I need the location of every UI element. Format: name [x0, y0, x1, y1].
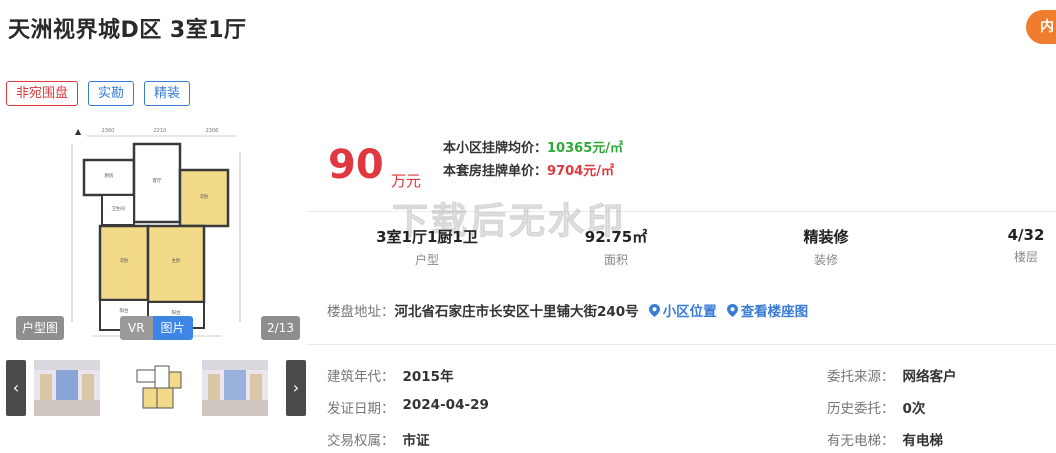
gallery-kind-label: 户型图: [16, 316, 65, 340]
spec-area-label: 面积: [603, 253, 628, 267]
listing-title: 天洲视界城D区 3室1厅: [8, 18, 247, 43]
media-type-switch[interactable]: VR 图片: [120, 316, 193, 340]
community-average-value: 10365元/㎡: [547, 141, 623, 156]
svg-text:主卧: 主卧: [172, 257, 181, 264]
spec-area: 92.75㎡ 面积: [566, 226, 666, 268]
listing-unit-value: 9704元/㎡: [547, 164, 614, 179]
info-label: 发证日期：: [327, 401, 395, 417]
info-history: 历史委托： 0次: [827, 397, 925, 417]
community-average-label: 本小区挂牌均价：: [443, 141, 548, 156]
building-view-label: 查看楼座图: [740, 304, 809, 320]
thumbnail-floorplan[interactable]: [123, 360, 189, 416]
total-price: 90: [328, 142, 384, 188]
thumbnail-prev-button[interactable]: ‹: [6, 360, 26, 416]
info-build-year: 建筑年代： 2015年: [327, 365, 454, 385]
spec-floor-value: 4/32: [1007, 226, 1045, 244]
info-label: 交易权属：: [327, 433, 395, 449]
listing-unit-label: 本套房挂牌单价：: [443, 164, 548, 179]
corner-action-button[interactable]: 内: [1026, 10, 1056, 44]
community-location-label: 小区位置: [662, 304, 717, 320]
photo-tab[interactable]: 图片: [152, 316, 193, 340]
info-value: 2015年: [402, 369, 454, 385]
spec-decoration-value: 精装修: [803, 228, 849, 246]
svg-text:2210: 2210: [154, 128, 167, 134]
community-average-price: 本小区挂牌均价：10365元/㎡: [443, 137, 623, 156]
building-view-link[interactable]: 查看楼座图: [726, 300, 809, 320]
spec-summary: 3室1厅1厨1卫 户型 92.75㎡ 面积 精装修 装修 4/32 楼层: [306, 226, 1056, 274]
info-elevator: 有无电梯： 有电梯: [827, 429, 943, 449]
svg-text:阳台: 阳台: [120, 307, 129, 314]
svg-text:卫生间: 卫生间: [111, 205, 125, 212]
floorplan-gallery[interactable]: 2210 2360 2306 ▲ 厨房 客厅 次卧 卫生间 次卧 主卧 阳台 阳…: [12, 122, 302, 344]
info-value: 市证: [402, 433, 430, 449]
spec-layout-label: 户型: [414, 253, 439, 267]
info-label: 有无电梯：: [827, 433, 895, 449]
address-label: 楼盘地址：: [327, 304, 395, 320]
spec-floor-label: 楼层: [1013, 250, 1038, 264]
location-pin-icon: [726, 303, 738, 317]
info-label: 历史委托：: [827, 401, 895, 417]
svg-text:厨房: 厨房: [105, 172, 114, 179]
address-value: 河北省石家庄市长安区十里铺大街240号: [394, 304, 639, 320]
floorplan-image: 2210 2360 2306 ▲ 厨房 客厅 次卧 卫生间 次卧 主卧 阳台 阳…: [71, 127, 241, 337]
listing-unit-price: 本套房挂牌单价：9704元/㎡: [443, 160, 614, 179]
info-value: 有电梯: [902, 433, 944, 449]
chevron-right-icon: ›: [292, 378, 300, 397]
info-label: 建筑年代：: [327, 369, 395, 385]
svg-text:2306: 2306: [206, 128, 219, 134]
spec-layout-value: 3室1厅1厨1卫: [376, 228, 478, 246]
info-label: 委托来源：: [827, 369, 895, 385]
thumbnail-next-button[interactable]: ›: [286, 360, 306, 416]
tag-decoration: 精装: [144, 81, 191, 106]
divider: [306, 344, 1056, 345]
info-value: 0次: [902, 401, 926, 417]
info-source: 委托来源： 网络客户: [827, 365, 957, 385]
svg-text:次卧: 次卧: [120, 257, 129, 264]
thumbnail-room-2[interactable]: [202, 360, 268, 416]
image-counter: 2/13: [261, 316, 300, 340]
spec-floor: 4/32 楼层: [996, 226, 1056, 265]
spec-area-value: 92.75㎡: [584, 228, 648, 246]
tag-list: 非宛围盘 实勘 精装: [6, 81, 191, 106]
tag-inspected: 实勘: [88, 81, 135, 106]
address-row: 楼盘地址： 河北省石家庄市长安区十里铺大街240号 小区位置 查看楼座图: [327, 300, 808, 320]
svg-text:2360: 2360: [102, 128, 115, 134]
svg-text:次卧: 次卧: [200, 193, 209, 200]
svg-text:▲: ▲: [75, 127, 82, 136]
spec-layout: 3室1厅1厨1卫 户型: [372, 226, 482, 268]
community-location-link[interactable]: 小区位置: [648, 300, 717, 320]
chevron-left-icon: ‹: [12, 378, 20, 397]
svg-text:阳台: 阳台: [172, 309, 181, 316]
total-price-unit: 万元: [391, 172, 422, 190]
spec-decoration-label: 装修: [813, 253, 838, 267]
info-cert-date: 发证日期： 2024-04-29: [327, 397, 489, 417]
svg-text:客厅: 客厅: [153, 177, 162, 184]
info-ownership: 交易权属： 市证: [327, 429, 430, 449]
spec-decoration: 精装修 装修: [776, 226, 876, 268]
vr-tab[interactable]: VR: [120, 316, 153, 340]
info-value: 网络客户: [902, 369, 957, 385]
thumbnail-strip: ‹ ›: [6, 360, 306, 416]
thumbnail-room-1[interactable]: [34, 360, 100, 416]
tag-status: 非宛围盘: [6, 81, 79, 106]
location-pin-icon: [648, 303, 660, 317]
info-value: 2024-04-29: [402, 397, 489, 413]
